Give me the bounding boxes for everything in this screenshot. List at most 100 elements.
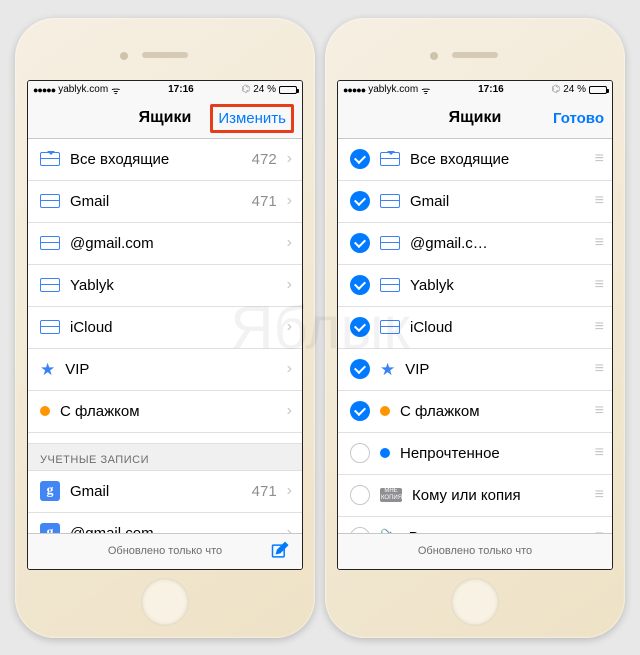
page-title: Ящики (449, 109, 502, 127)
drag-handle-icon[interactable]: ≡ (595, 486, 602, 504)
inbox-icon (380, 236, 400, 250)
mailbox-label: Все входящие (70, 151, 242, 168)
drag-handle-icon[interactable]: ≡ (595, 360, 602, 378)
edit-button[interactable]: Изменить (210, 104, 294, 133)
chevron-right-icon: › (287, 482, 292, 500)
mailbox-label: VIP (405, 361, 584, 378)
mailbox-row[interactable]: Yablyk› (28, 265, 302, 307)
inbox-icon (40, 194, 60, 208)
status-text: Обновлено только что (108, 545, 222, 557)
star-icon: ★ (380, 361, 395, 378)
page-title: Ящики (139, 109, 192, 127)
checkbox[interactable] (350, 191, 370, 211)
clock-label: 17:16 (430, 84, 551, 95)
chevron-right-icon: › (287, 234, 292, 252)
inbox-icon (40, 236, 60, 250)
mailbox-label: С флажком (60, 403, 277, 420)
mailbox-edit-row[interactable]: iCloud ≡ (338, 307, 612, 349)
mailbox-count: 471 (252, 193, 277, 210)
accounts-section-header: УЧЕТНЫЕ ЗАПИСИ (28, 443, 302, 471)
mailbox-edit-row[interactable]: Непрочтенное ≡ (338, 433, 612, 475)
checkbox[interactable] (350, 359, 370, 379)
google-icon: g (40, 523, 60, 533)
inbox-icon (380, 194, 400, 208)
account-row[interactable]: g@gmail.com› (28, 513, 302, 533)
mailbox-row[interactable]: Все входящие 472 › (28, 139, 302, 181)
flag-dot-icon (380, 406, 390, 416)
drag-handle-icon[interactable]: ≡ (595, 234, 602, 252)
wifi-icon: ᯤ (421, 83, 430, 97)
mailbox-edit-row[interactable]: С флажком≡ (338, 391, 612, 433)
account-label: Gmail (70, 483, 242, 500)
home-button[interactable] (451, 578, 499, 626)
chevron-right-icon: › (287, 360, 292, 378)
account-row[interactable]: gGmail471› (28, 471, 302, 513)
carrier-label: yablyk.com (368, 84, 418, 95)
drag-handle-icon[interactable]: ≡ (595, 444, 602, 462)
mailbox-edit-row[interactable]: Gmail ≡ (338, 181, 612, 223)
mailbox-row[interactable]: ★ VIP › (28, 349, 302, 391)
checkbox[interactable] (350, 401, 370, 421)
bluetooth-icon: ⌬ (241, 84, 250, 95)
chevron-right-icon: › (287, 150, 292, 168)
mailbox-label: Gmail (70, 193, 242, 210)
mailbox-edit-row[interactable]: Yablyk ≡ (338, 265, 612, 307)
mailbox-label: @gmail.c… (410, 235, 585, 252)
done-button[interactable]: Готово (553, 110, 604, 127)
inbox-icon (40, 320, 60, 334)
phone-left: ●●●●● yablyk.com ᯤ 17:16 ⌬ 24 % Ящики Из… (15, 18, 315, 638)
mailbox-label: Непрочтенное (400, 445, 585, 462)
inbox-icon (40, 278, 60, 292)
signal-dots-icon: ●●●●● (33, 85, 55, 95)
mailbox-edit-row[interactable]: ★ VIP ≡ (338, 349, 612, 391)
checkbox[interactable] (350, 317, 370, 337)
mailbox-label: VIP (65, 361, 276, 378)
wifi-icon: ᯤ (111, 83, 120, 97)
mailbox-row[interactable]: @gmail.com› (28, 223, 302, 265)
mailbox-row[interactable]: С флажком › (28, 391, 302, 433)
flag-dot-icon (40, 406, 50, 416)
checkbox[interactable] (350, 485, 370, 505)
battery-pct-label: 24 % (253, 84, 276, 95)
carrier-label: yablyk.com (58, 84, 108, 95)
mailbox-label: Gmail (410, 193, 585, 210)
checkbox[interactable] (350, 443, 370, 463)
chevron-right-icon: › (287, 524, 292, 533)
inbox-all-icon (380, 152, 400, 166)
status-bar: ●●●●● yablyk.com ᯤ 17:16 ⌬ 24 % (338, 81, 612, 99)
mailbox-label: Yablyk (410, 277, 585, 294)
unread-dot-icon (380, 448, 390, 458)
mailbox-row[interactable]: iCloud › (28, 307, 302, 349)
home-button[interactable] (141, 578, 189, 626)
phone-right: ●●●●● yablyk.com ᯤ 17:16 ⌬ 24 % Ящики Го… (325, 18, 625, 638)
mailbox-edit-row[interactable]: МНЕКОПИЯКому или копия≡ (338, 475, 612, 517)
mailbox-label: iCloud (70, 319, 277, 336)
drag-handle-icon[interactable]: ≡ (595, 402, 602, 420)
signal-dots-icon: ●●●●● (343, 85, 365, 95)
mailbox-edit-row[interactable]: 📎Вложения≡ (338, 517, 612, 533)
mailbox-edit-row[interactable]: Все входящие≡ (338, 139, 612, 181)
chevron-right-icon: › (287, 402, 292, 420)
toolbar: Обновлено только что (338, 533, 612, 569)
status-text: Обновлено только что (418, 545, 532, 557)
battery-icon (589, 86, 607, 94)
drag-handle-icon[interactable]: ≡ (595, 318, 602, 336)
account-count: 471 (252, 483, 277, 500)
checkbox[interactable] (350, 275, 370, 295)
star-icon: ★ (40, 361, 55, 378)
mailbox-edit-list[interactable]: Все входящие≡Gmail≡@gmail.c…≡Yablyk≡iClo… (338, 139, 612, 533)
mailbox-edit-row[interactable]: @gmail.c… ≡ (338, 223, 612, 265)
mailbox-list[interactable]: Все входящие472›Gmail471›@gmail.com›Yabl… (28, 139, 302, 533)
chevron-right-icon: › (287, 318, 292, 336)
checkbox[interactable] (350, 149, 370, 169)
mailbox-label: iCloud (410, 319, 585, 336)
compose-button[interactable] (270, 541, 290, 561)
drag-handle-icon[interactable]: ≡ (595, 192, 602, 210)
mailbox-row[interactable]: Gmail 471 › (28, 181, 302, 223)
mailbox-count: 472 (252, 151, 277, 168)
checkbox[interactable] (350, 233, 370, 253)
toolbar: Обновлено только что (28, 533, 302, 569)
drag-handle-icon[interactable]: ≡ (595, 276, 602, 294)
drag-handle-icon[interactable]: ≡ (595, 150, 602, 168)
chevron-right-icon: › (287, 192, 292, 210)
